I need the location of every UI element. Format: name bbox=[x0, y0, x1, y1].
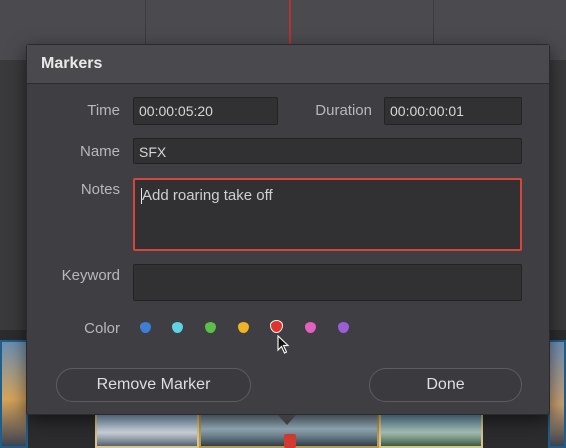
timeline-clip[interactable] bbox=[548, 340, 566, 448]
color-swatch-purple[interactable] bbox=[338, 322, 349, 333]
dialog-header: Markers bbox=[27, 45, 549, 84]
name-field[interactable]: SFX bbox=[133, 138, 522, 164]
timeline-marker[interactable] bbox=[284, 434, 296, 448]
playhead[interactable] bbox=[289, 0, 291, 46]
time-label: Time bbox=[87, 102, 120, 119]
duration-field[interactable]: 00:00:00:01 bbox=[384, 97, 522, 125]
markers-dialog: Markers Time 00:00:05:20 Duration 00:00:… bbox=[26, 44, 550, 425]
color-swatch-pink[interactable] bbox=[305, 322, 316, 333]
color-swatch-yellow[interactable] bbox=[238, 322, 249, 333]
color-swatch-cyan[interactable] bbox=[172, 322, 183, 333]
color-swatch-green[interactable] bbox=[205, 322, 216, 333]
timeline-clip[interactable] bbox=[95, 410, 199, 448]
mouse-cursor-icon bbox=[277, 335, 290, 354]
timeline-clip[interactable] bbox=[379, 410, 483, 448]
color-label: Color bbox=[84, 320, 120, 337]
time-field[interactable]: 00:00:05:20 bbox=[133, 97, 278, 125]
notes-field[interactable]: Add roaring take off bbox=[133, 178, 522, 251]
done-button[interactable]: Done bbox=[369, 368, 522, 402]
remove-marker-button[interactable]: Remove Marker bbox=[56, 368, 251, 402]
notes-text: Add roaring take off bbox=[142, 187, 273, 204]
keyword-field[interactable] bbox=[133, 264, 522, 301]
notes-label: Notes bbox=[80, 181, 120, 198]
name-label: Name bbox=[79, 143, 120, 160]
color-swatch-blue[interactable] bbox=[140, 322, 151, 333]
dialog-pointer-notch bbox=[278, 415, 296, 425]
timeline-clip[interactable] bbox=[0, 340, 28, 448]
dialog-title: Markers bbox=[41, 55, 103, 72]
keyword-label: Keyword bbox=[61, 267, 120, 284]
color-swatch-red[interactable] bbox=[270, 320, 283, 333]
duration-label: Duration bbox=[315, 102, 372, 119]
